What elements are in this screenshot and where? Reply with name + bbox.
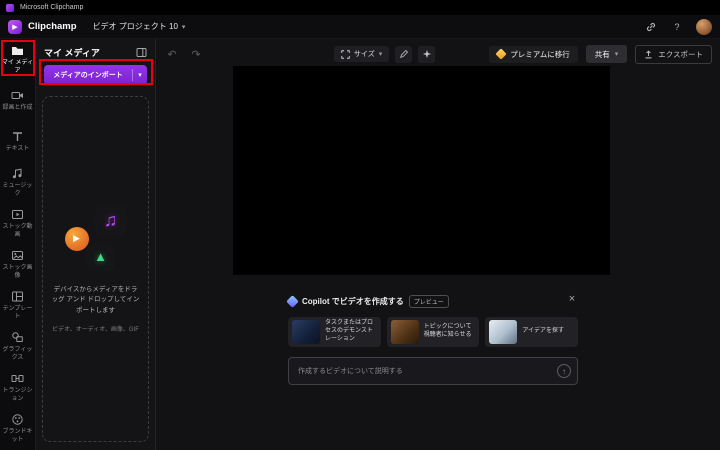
toolbar-right-group: プレミアムに移行 共有 ▾ エクスポート (489, 44, 712, 64)
collapse-panel-icon[interactable] (136, 47, 147, 58)
help-icon[interactable]: ? (670, 20, 684, 34)
sidebar-item-music[interactable]: ミュージック (0, 162, 35, 203)
brand-kit-icon (12, 414, 23, 426)
media-panel-header: マイ メディア (36, 39, 155, 59)
export-arrow-icon (645, 49, 652, 58)
play-button-icon: ▶ (64, 226, 89, 251)
media-dropzone[interactable]: ♫ ▶ ▲ デバイスからメディアをドラッグ アンド ドロップしてインポートします… (42, 96, 149, 442)
folder-icon (12, 47, 23, 56)
undo-icon[interactable]: ↶ (164, 46, 180, 62)
copilot-prompt-input[interactable] (288, 357, 578, 385)
music-note-icon (12, 168, 22, 179)
project-title-menu[interactable]: ビデオ プロジェクト 10 ▾ (93, 21, 186, 32)
close-icon[interactable]: × (566, 293, 578, 305)
chevron-down-icon: ▾ (614, 51, 619, 58)
import-options-chevron-icon[interactable]: ▾ (133, 71, 147, 79)
sidebar-item-record-create[interactable]: 録画と作成 (0, 80, 35, 121)
stock-image-icon (12, 251, 23, 261)
template-icon (12, 291, 23, 302)
transitions-icon (11, 375, 24, 383)
link-icon[interactable] (644, 20, 658, 34)
pen-icon (399, 49, 408, 58)
aspect-ratio-icon (341, 49, 350, 59)
video-preview[interactable] (233, 66, 610, 275)
copilot-input-wrap: ↑ (288, 357, 578, 385)
app-header: ▶ Clipchamp ビデオ プロジェクト 10 ▾ ? (0, 15, 720, 39)
sidebar-item-stock-video[interactable]: ストック動画 (0, 203, 35, 244)
sidebar-item-transitions[interactable]: トランジション (0, 367, 35, 408)
chevron-down-icon: ▾ (181, 23, 186, 31)
text-icon (13, 132, 22, 141)
brand-name: Clipchamp (28, 21, 77, 32)
card-thumbnail (390, 320, 419, 344)
triangle-icon: ▲ (86, 242, 115, 271)
sparkle-icon (422, 49, 431, 59)
copilot-panel: Copilot でビデオを作成する プレビュー × タスクまたはプロセスのデモン… (286, 293, 579, 385)
redo-icon[interactable]: ↷ (188, 46, 204, 62)
copilot-icon (286, 295, 299, 308)
upgrade-premium-button[interactable]: プレミアムに移行 (489, 45, 578, 63)
pen-button[interactable] (395, 45, 413, 63)
sparkle-button[interactable] (418, 45, 436, 63)
copilot-suggestions: タスクまたはプロセスのデモンストレーション トピックについて視聴者に知らせる ア… (288, 317, 579, 347)
card-thumbnail (292, 320, 320, 344)
app-window: Microsoft Clipchamp ▶ Clipchamp ビデオ プロジェ… (0, 0, 720, 450)
sidebar-item-brand-kit[interactable]: ブランドキット (0, 408, 35, 449)
sidebar-item-stock-image[interactable]: ストック画像 (0, 244, 35, 285)
submit-arrow-icon[interactable]: ↑ (557, 364, 571, 378)
share-button[interactable]: 共有 ▾ (585, 45, 628, 63)
import-button-wrap: メディアのインポート ▾ (44, 65, 147, 85)
editor-toolbar: ↶ ↷ サイズ ▾ プレミアムに移行 共有 ▾ エクスポート (156, 43, 720, 65)
media-panel: マイ メディア メディアのインポート ▾ ♫ ▶ ▲ デバイスからメディアをドラ… (36, 39, 156, 450)
camera-icon (11, 91, 23, 99)
music-note-icon: ♫ (94, 204, 127, 237)
avatar[interactable] (696, 18, 712, 35)
sidebar-item-text[interactable]: テキスト (0, 121, 35, 162)
copilot-title: Copilot でビデオを作成する (302, 297, 404, 306)
sidebar-item-graphics[interactable]: グラフィックス (0, 326, 35, 367)
editor-main: ↶ ↷ サイズ ▾ プレミアムに移行 共有 ▾ エクスポート Copilot で… (156, 39, 720, 450)
import-media-button[interactable]: メディアのインポート ▾ (44, 65, 147, 85)
dropzone-instructions: デバイスからメディアをドラッグ アンド ドロップしてインポートします (51, 285, 140, 314)
export-button[interactable]: エクスポート (635, 44, 712, 64)
copilot-card-demo[interactable]: タスクまたはプロセスのデモンストレーション (288, 317, 381, 347)
window-title: Microsoft Clipchamp (20, 4, 84, 11)
toolbar-mid-group: サイズ ▾ (333, 45, 436, 63)
media-panel-title: マイ メディア (44, 48, 100, 58)
media-illustration: ♫ ▶ ▲ (63, 204, 129, 271)
sidebar-item-templates[interactable]: テンプレート (0, 285, 35, 326)
clipchamp-mini-logo-icon (6, 3, 14, 12)
stock-video-icon (12, 210, 23, 220)
sidebar-item-my-media[interactable]: マイ メディア (0, 39, 35, 80)
copilot-card-ideas[interactable]: アイデアを探す (485, 317, 579, 347)
chevron-down-icon: ▾ (378, 51, 383, 58)
card-thumbnail (489, 320, 518, 344)
clipchamp-logo-icon: ▶ (8, 19, 22, 34)
copilot-card-inform[interactable]: トピックについて視聴者に知らせる (386, 317, 480, 347)
preview-badge: プレビュー (408, 295, 449, 308)
graphics-icon (12, 332, 23, 343)
tool-sidebar: マイ メディア 録画と作成 テキスト ミュージック ストック動画 ストック画像 … (0, 39, 36, 450)
copilot-header: Copilot でビデオを作成する プレビュー × (286, 293, 578, 308)
dropzone-formats: ビデオ、オーディオ、画像、GIF (52, 327, 139, 334)
size-button[interactable]: サイズ ▾ (333, 46, 390, 62)
header-right-cluster: ? (644, 18, 712, 35)
project-title: ビデオ プロジェクト 10 (92, 22, 178, 31)
os-titlebar: Microsoft Clipchamp (0, 0, 720, 15)
play-glyph-icon: ▶ (12, 23, 18, 31)
gem-icon (495, 48, 507, 60)
